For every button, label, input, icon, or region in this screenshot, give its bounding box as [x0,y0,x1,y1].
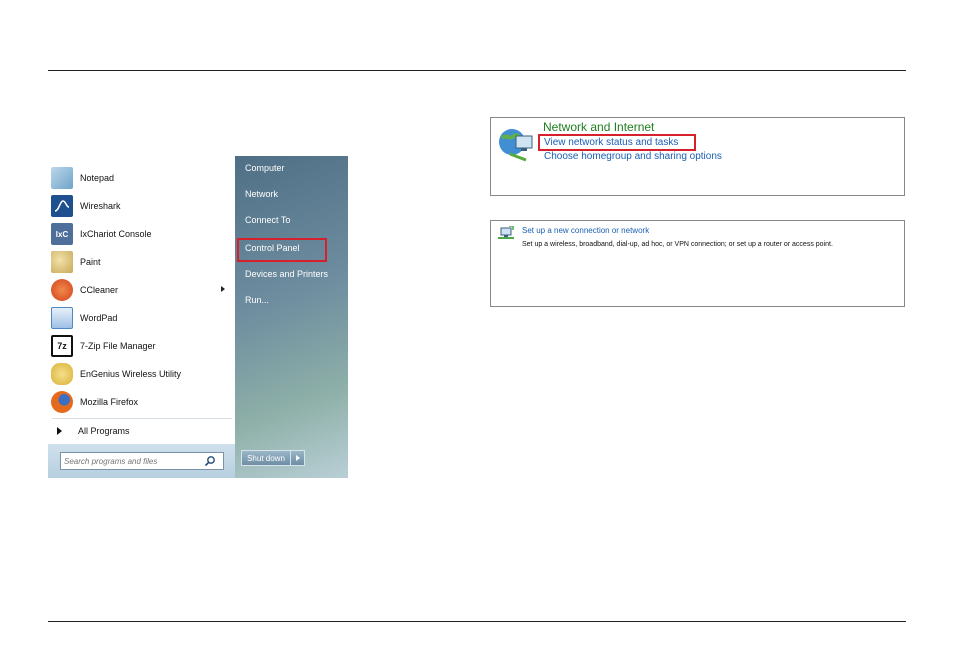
menu-item-connect-to[interactable]: Connect To [245,215,290,225]
new-connection-icon [498,226,514,239]
program-label: Notepad [80,173,115,183]
7zip-icon-glyph: 7z [57,341,67,351]
shutdown-button[interactable]: Shut down [241,450,291,466]
program-wordpad[interactable]: WordPad [48,304,235,332]
program-label: IxChariot Console [80,229,152,239]
search-icon[interactable] [204,455,216,467]
wordpad-icon [51,307,73,329]
program-label: CCleaner [80,285,119,295]
homegroup-sharing-link[interactable]: Choose homegroup and sharing options [544,151,722,162]
program-label: Paint [80,257,101,267]
paint-icon [51,251,73,273]
wireshark-icon [51,195,73,217]
search-input[interactable] [61,454,204,468]
start-menu-places-pane: Computer Network Connect To Control Pane… [235,156,348,478]
menu-item-label: Network [245,189,279,199]
program-label: Mozilla Firefox [80,397,139,407]
program-wireshark[interactable]: Wireshark [48,192,235,220]
program-engenius[interactable]: EnGenius Wireless Utility [48,360,235,388]
network-internet-panel: Network and Internet View network status… [490,117,905,196]
program-paint[interactable]: Paint [48,248,235,276]
submenu-arrow-icon [221,286,225,292]
notepad-icon [51,167,73,189]
menu-item-label: Connect To [245,215,291,225]
menu-item-run[interactable]: Run... [245,295,269,305]
ixchariot-icon: IxC [51,223,73,245]
program-firefox[interactable]: Mozilla Firefox [48,388,235,416]
shutdown-label: Shut down [247,453,285,463]
program-ccleaner[interactable]: CCleaner [48,276,235,304]
search-box[interactable] [60,452,224,470]
setup-connection-link[interactable]: Set up a new connection or network [522,226,649,235]
program-label: WordPad [80,313,118,323]
menu-item-computer[interactable]: Computer [245,163,285,173]
program-7zip[interactable]: 7z 7-Zip File Manager [48,332,235,360]
program-ixchariot[interactable]: IxC IxChariot Console [48,220,235,248]
setup-connection-description: Set up a wireless, broadband, dial-up, a… [522,241,833,248]
bottom-rule [48,621,906,622]
menu-item-label: Run... [245,295,270,305]
network-status-highlight [538,134,696,151]
ixchariot-icon-glyph: IxC [55,229,69,239]
menu-item-label: Computer [245,163,285,173]
expand-arrow-icon [57,427,62,435]
category-title[interactable]: Network and Internet [543,120,654,134]
start-menu-programs-pane: Notepad Wireshark IxC IxChariot Console … [48,156,235,478]
search-area [48,444,235,478]
setup-connection-panel: Set up a new connection or network Set u… [490,220,905,307]
menu-item-label: Devices and Printers [245,269,329,279]
chevron-right-icon [295,455,300,461]
control-panel-highlight [237,238,327,262]
all-programs-button[interactable]: All Programs [48,422,235,440]
network-globe-icon [499,129,533,162]
program-label: Wireshark [80,201,121,211]
shutdown-control: Shut down [241,450,311,466]
menu-item-devices-printers[interactable]: Devices and Printers [245,269,328,279]
engenius-icon [51,363,73,385]
firefox-icon [51,391,73,413]
programs-divider [52,418,232,419]
menu-item-network[interactable]: Network [245,189,278,199]
shutdown-options-button[interactable] [291,450,305,466]
ccleaner-icon [51,279,73,301]
program-notepad[interactable]: Notepad [48,164,235,192]
7zip-icon: 7z [51,335,73,357]
all-programs-label: All Programs [78,426,130,436]
program-label: EnGenius Wireless Utility [80,369,182,379]
top-rule [48,70,906,71]
start-menu: Notepad Wireshark IxC IxChariot Console … [48,156,348,478]
program-label: 7-Zip File Manager [80,341,156,351]
